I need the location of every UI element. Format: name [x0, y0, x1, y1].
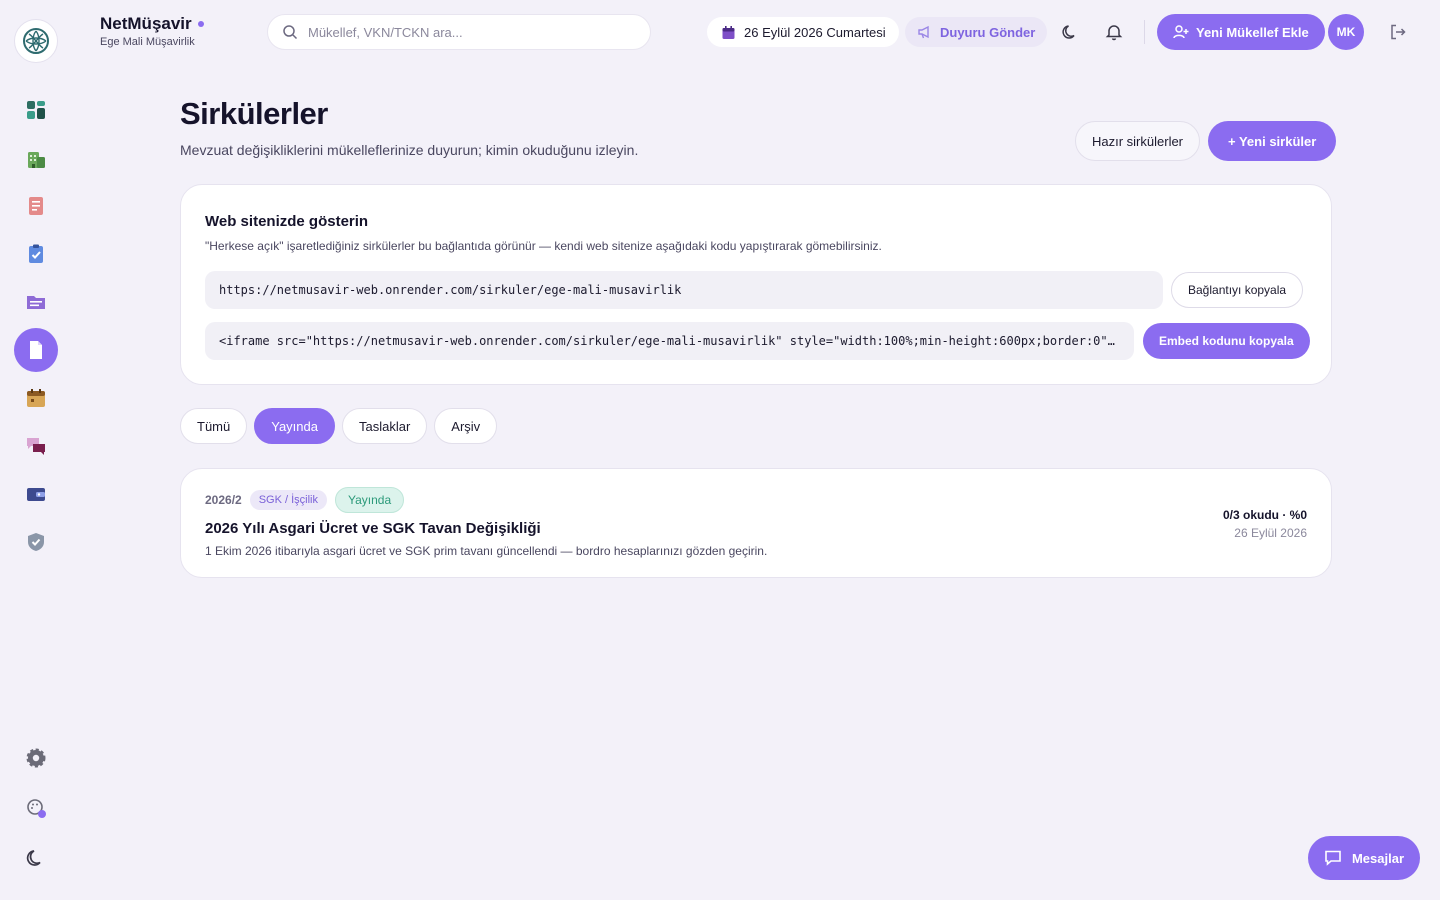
embed-code-field[interactable]: <iframe src="https://netmusavir-web.onre…	[205, 322, 1134, 360]
announce-label: Duyuru Gönder	[940, 24, 1036, 40]
announce-button[interactable]: Duyuru Gönder	[905, 17, 1048, 47]
copy-link-button[interactable]: Bağlantıyı kopyala	[1171, 272, 1304, 308]
filter-archive[interactable]: Arşiv	[434, 408, 498, 444]
messages-button[interactable]: Mesajlar	[1308, 836, 1420, 880]
circular-document-icon	[30, 341, 42, 359]
clipboard-check-icon	[29, 244, 43, 263]
new-client-button[interactable]: Yeni Mükellef Ekle	[1157, 14, 1325, 50]
logout-icon	[1391, 24, 1406, 40]
status-badge: Yayında	[335, 487, 405, 513]
moon-icon	[26, 850, 41, 866]
topbar-divider	[1144, 20, 1145, 44]
building-icon	[28, 152, 45, 168]
megaphone-icon	[918, 25, 929, 39]
nav-dashboard[interactable]	[14, 88, 58, 132]
embed-title: Web sitenizde gösterin	[205, 213, 369, 230]
notifications-button[interactable]	[1099, 17, 1129, 47]
new-circular-button[interactable]: + Yeni sirküler	[1208, 121, 1337, 161]
folder-icon	[27, 296, 45, 309]
calendar-icon	[722, 25, 735, 39]
document-list-icon	[29, 197, 43, 215]
public-link-field[interactable]: https://netmusavir-web.onrender.com/sirk…	[205, 271, 1163, 309]
filter-published[interactable]: Yayında	[254, 408, 335, 444]
copy-embed-button[interactable]: Embed kodunu kopyala	[1143, 323, 1310, 359]
messages-label: Mesajlar	[1351, 850, 1405, 866]
nav-settings[interactable]	[14, 736, 58, 780]
nav-dark-mode[interactable]	[14, 836, 58, 880]
theme-toggle-button[interactable]	[1055, 17, 1085, 47]
nav-calendar[interactable]	[14, 376, 58, 420]
search-box[interactable]	[267, 14, 651, 50]
app-logo[interactable]	[14, 19, 58, 63]
brand-dot	[197, 21, 204, 27]
nav-documents[interactable]	[14, 184, 58, 228]
brand-name: NetMüşavir	[100, 14, 192, 33]
dashboard-icon	[27, 101, 45, 119]
nav-clients[interactable]	[14, 137, 58, 181]
embed-code-text: <iframe src="https://netmusavir-web.onre…	[219, 334, 1134, 348]
search-input[interactable]	[308, 24, 628, 40]
search-icon	[283, 25, 298, 40]
add-user-icon	[1173, 25, 1189, 39]
moon-icon	[1062, 25, 1075, 39]
embed-description: "Herkese açık" işaretlediğiniz sirkülerl…	[205, 239, 882, 253]
filter-drafts[interactable]: Taslaklar	[341, 408, 428, 444]
read-stat: 0/3 okudu · %0	[1222, 508, 1307, 522]
circular-summary: 1 Ekim 2026 itibarıyla asgari ücret ve S…	[205, 544, 768, 558]
brand[interactable]: NetMüşavir Ege Mali Müşavirlik	[100, 14, 204, 48]
palette-icon	[27, 799, 46, 818]
settings-icon	[26, 748, 46, 768]
date-text: 26 Eylül 2026 Cumartesi	[744, 24, 886, 40]
brand-subtitle: Ege Mali Müşavirlik	[100, 36, 195, 48]
user-avatar[interactable]: MK	[1328, 14, 1364, 50]
chat-icon	[27, 438, 45, 455]
nav-tasks[interactable]	[14, 232, 58, 276]
page-title: Sirkülerler	[180, 96, 328, 131]
logo-icon	[23, 28, 49, 54]
sidebar	[0, 0, 72, 900]
circular-number: 2026/2	[205, 493, 242, 507]
page-subtitle: Mevzuat değişikliklerini mükellefleriniz…	[180, 142, 639, 158]
calendar-icon	[27, 389, 45, 407]
embed-card: Web sitenizde gösterin "Herkese açık" iş…	[180, 184, 1332, 385]
shield-check-icon	[28, 533, 44, 551]
bell-icon	[1105, 25, 1123, 41]
nav-security[interactable]	[14, 520, 58, 564]
circular-title[interactable]: 2026 Yılı Asgari Ücret ve SGK Tavan Deği…	[205, 520, 541, 537]
circular-date: 26 Eylül 2026	[1234, 526, 1307, 540]
public-link-text: https://netmusavir-web.onrender.com/sirk…	[219, 283, 682, 297]
nav-finance[interactable]	[14, 472, 58, 516]
circular-list-item[interactable]: 2026/2 SGK / İşçilik Yayında 2026 Yılı A…	[180, 468, 1332, 578]
new-client-label: Yeni Mükellef Ekle	[1196, 24, 1309, 40]
circular-meta: 2026/2 SGK / İşçilik Yayında	[205, 487, 405, 513]
date-display: 26 Eylül 2026 Cumartesi	[707, 17, 899, 47]
nav-circulars[interactable]	[14, 328, 58, 372]
wallet-icon	[27, 488, 45, 501]
templates-button[interactable]: Hazır sirkülerler	[1075, 121, 1201, 161]
filter-all[interactable]: Tümü	[180, 408, 248, 444]
logout-button[interactable]	[1383, 17, 1413, 47]
nav-messages[interactable]	[14, 424, 58, 468]
nav-archive[interactable]	[14, 280, 58, 324]
category-badge: SGK / İşçilik	[249, 490, 327, 510]
status-filters: Tümü Yayında Taslaklar Arşiv	[180, 408, 498, 444]
chat-bubble-icon	[1325, 850, 1341, 866]
nav-theme[interactable]	[14, 786, 58, 830]
